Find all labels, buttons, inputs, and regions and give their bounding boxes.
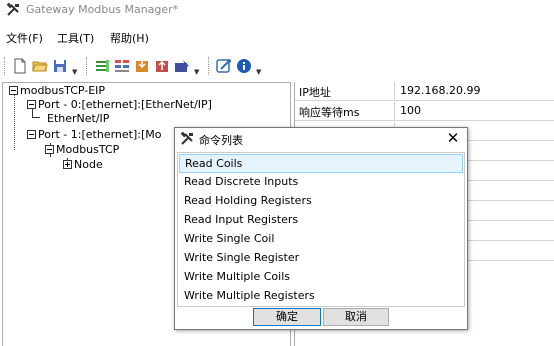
collapse-toggle[interactable] — [27, 130, 36, 139]
property-key: IP地址 — [295, 82, 395, 101]
tree-item-root[interactable]: modbusTCP-EIP — [20, 84, 105, 97]
save-icon[interactable] — [52, 58, 68, 74]
export-icon[interactable] — [154, 58, 170, 74]
toolbar: ▼ ▼ ▼ — [0, 52, 554, 80]
chevron-down-icon[interactable]: ▼ — [256, 68, 261, 76]
list-item-read-discrete-inputs[interactable]: Read Discrete Inputs — [179, 173, 463, 192]
tree-item-ethernetip[interactable]: EtherNet/IP — [47, 112, 109, 125]
title-bar: Gateway Modbus Manager* — [0, 0, 554, 20]
list-item-write-multiple-registers[interactable]: Write Multiple Registers — [179, 287, 463, 306]
list-item-write-single-coil[interactable]: Write Single Coil — [179, 230, 463, 249]
info-icon[interactable] — [236, 58, 252, 74]
property-key: 响应等待ms — [295, 102, 395, 121]
window-title: Gateway Modbus Manager* — [26, 3, 179, 16]
tools-icon — [180, 132, 193, 145]
write-device-icon[interactable] — [174, 58, 190, 74]
dialog-title-bar[interactable]: 命令列表 ✕ — [175, 128, 467, 150]
tree-item-node[interactable]: Node — [74, 158, 103, 171]
add-port-icon[interactable] — [94, 58, 110, 74]
tree-connector — [14, 93, 15, 150]
tree-item-port1[interactable]: Port - 1:[ethernet]:[Mo — [38, 128, 161, 141]
toolbar-separator — [86, 57, 87, 75]
open-folder-icon[interactable] — [32, 58, 48, 74]
list-item-read-holding-registers[interactable]: Read Holding Registers — [179, 192, 463, 211]
tree-connector — [32, 117, 40, 118]
collapse-toggle[interactable] — [27, 100, 36, 109]
property-value[interactable]: 100 — [396, 102, 554, 121]
new-file-icon[interactable] — [12, 58, 28, 74]
property-row: 响应等待ms 100 — [295, 102, 554, 121]
toolbar-grip — [4, 57, 5, 75]
menu-file[interactable]: 文件(F) — [6, 30, 43, 46]
collapse-toggle[interactable] — [9, 86, 18, 95]
list-item-read-input-registers[interactable]: Read Input Registers — [179, 211, 463, 230]
command-list-dialog: 命令列表 ✕ Read Coils Read Discrete Inputs R… — [174, 127, 468, 330]
toolbar-separator — [208, 57, 209, 75]
dialog-title: 命令列表 — [199, 134, 243, 147]
list-item-write-multiple-coils[interactable]: Write Multiple Coils — [179, 268, 463, 287]
list-item-read-coils[interactable]: Read Coils — [179, 154, 463, 173]
ok-button[interactable]: 确定 — [253, 308, 321, 326]
command-list[interactable]: Read Coils Read Discrete Inputs Read Hol… — [177, 152, 465, 307]
chevron-down-icon[interactable]: ▼ — [194, 68, 199, 76]
cancel-button[interactable]: 取消 — [323, 308, 389, 326]
property-row: IP地址 192.168.20.99 — [295, 82, 554, 101]
menu-tools[interactable]: 工具(T) — [57, 30, 94, 46]
tree-item-modbustcp[interactable]: ModbusTCP — [56, 143, 119, 156]
tree-item-port0[interactable]: Port - 0:[ethernet]:[EtherNet/IP] — [38, 98, 212, 111]
connect-icon[interactable] — [216, 58, 232, 74]
tools-icon — [6, 3, 19, 16]
property-value[interactable]: 192.168.20.99 — [396, 82, 554, 101]
list-item-write-single-register[interactable]: Write Single Register — [179, 249, 463, 268]
import-icon[interactable] — [134, 58, 150, 74]
close-icon[interactable]: ✕ — [445, 129, 461, 147]
add-device-icon[interactable] — [114, 58, 130, 74]
expand-toggle[interactable] — [63, 160, 72, 169]
menu-bar: 文件(F) 工具(T) 帮助(H) — [0, 26, 554, 46]
menu-help[interactable]: 帮助(H) — [110, 30, 149, 46]
collapse-toggle[interactable] — [45, 145, 54, 154]
chevron-down-icon[interactable]: ▼ — [72, 68, 77, 76]
